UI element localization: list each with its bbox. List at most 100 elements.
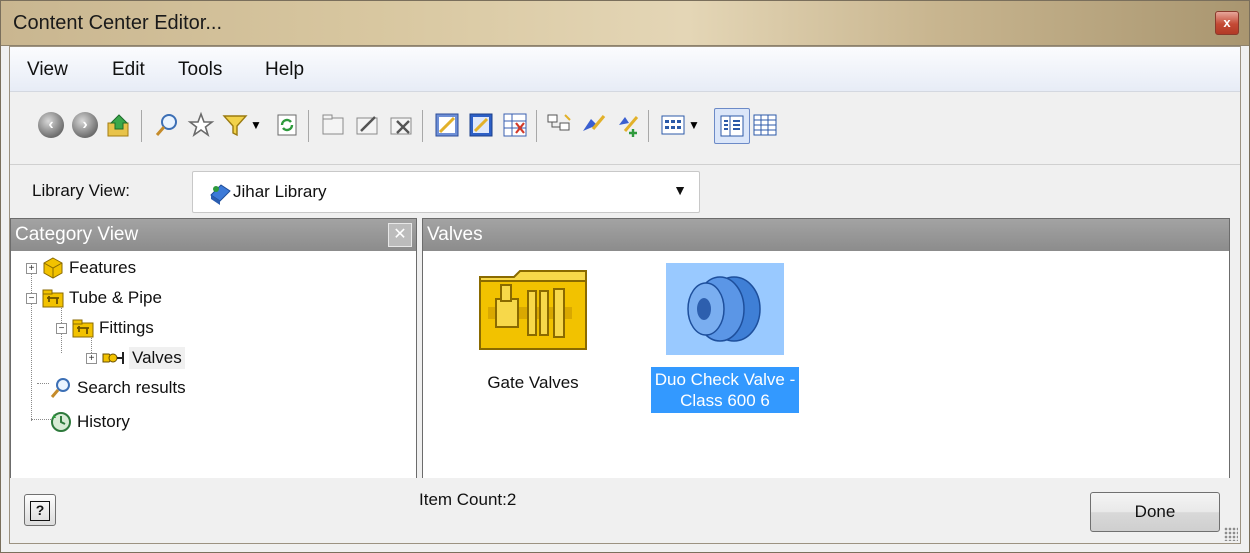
filter-dropdown[interactable]: ▼: [246, 108, 266, 142]
up-level-button[interactable]: [102, 108, 136, 142]
done-button[interactable]: Done: [1090, 492, 1220, 532]
fittings-folder-icon: [72, 319, 94, 338]
menu-help[interactable]: Help: [265, 59, 304, 81]
table-delete-icon: [503, 113, 527, 137]
tube-pipe-folder-icon: [42, 289, 64, 308]
delete-family-icon: [390, 117, 412, 135]
chevron-down-icon[interactable]: ▼: [673, 182, 687, 198]
item-thumbnail: [666, 263, 784, 355]
menu-tools[interactable]: Tools: [178, 59, 222, 81]
tree-node-valves[interactable]: + Valves: [86, 343, 185, 373]
forward-button[interactable]: ›: [68, 108, 102, 142]
item-gate-valves[interactable]: Gate Valves: [455, 263, 611, 393]
collapse-icon[interactable]: −: [26, 292, 37, 304]
close-panel-button[interactable]: ✕: [388, 223, 412, 247]
library-view-row: Library View: Jihar Library ▼: [10, 165, 1240, 217]
item-count: Item Count:2: [419, 490, 517, 509]
item-label: Gate Valves: [487, 373, 579, 392]
toolbar-separator: [648, 110, 649, 142]
library-icon: [210, 184, 231, 205]
toolbar-separator: [141, 110, 142, 142]
category-view-title: Category View: [15, 224, 139, 245]
collapse-icon[interactable]: −: [56, 322, 67, 334]
window-title: Content Center Editor...: [13, 12, 223, 34]
toolbar-separator: [422, 110, 423, 142]
help-icon: ?: [30, 501, 50, 521]
menu-edit[interactable]: Edit: [112, 59, 145, 81]
author-button[interactable]: [576, 108, 610, 142]
tree-node-fittings[interactable]: − Fittings: [56, 313, 154, 343]
hierarchy-button[interactable]: [542, 108, 576, 142]
items-panel-title: Valves: [427, 224, 483, 245]
tree-node-features[interactable]: + Features: [26, 253, 136, 283]
tree-node-label: Valves: [129, 347, 185, 369]
toolbar-separator: [536, 110, 537, 142]
category-view-header: Category View ✕: [11, 219, 416, 251]
expand-icon[interactable]: +: [86, 352, 97, 364]
close-button[interactable]: x: [1215, 11, 1239, 35]
title-bar[interactable]: Content Center Editor... x: [1, 1, 1249, 46]
favorites-button[interactable]: [184, 108, 218, 142]
library-view-select[interactable]: Jihar Library ▼: [192, 171, 700, 213]
content-center-editor-window: Content Center Editor... x View Edit Too…: [0, 0, 1250, 553]
tree-node-label: Search results: [77, 378, 186, 397]
back-button[interactable]: ‹: [34, 108, 68, 142]
status-bar: ? Item Count:2 Done: [10, 478, 1240, 543]
family-properties-button[interactable]: [430, 108, 464, 142]
tree-connector: [37, 383, 49, 384]
edit-family-icon: [356, 116, 378, 135]
tree-node-label: Tube & Pipe: [69, 288, 162, 307]
library-view-value: Jihar Library: [233, 182, 327, 201]
delete-family-button[interactable]: [384, 108, 418, 142]
table-edit-icon: [435, 113, 459, 137]
tree-node-label: History: [77, 412, 130, 431]
tree-node-tube-pipe[interactable]: − Tube & Pipe: [26, 283, 162, 313]
publish-icon: [619, 116, 639, 137]
table-view-toggle[interactable]: [748, 108, 782, 142]
tree-node-label: Fittings: [99, 318, 154, 337]
menu-bar: View Edit Tools Help: [10, 47, 1240, 92]
toolbar: ‹ › ▼ ▼: [10, 92, 1240, 165]
view-options-dropdown[interactable]: ▼: [684, 108, 704, 142]
gate-valves-folder-icon: [479, 270, 587, 350]
tree-view-toggle[interactable]: [714, 108, 750, 144]
hierarchy-icon: [547, 114, 571, 131]
forward-icon: ›: [72, 112, 98, 138]
item-label: Duo Check Valve - Class 600 6: [650, 367, 800, 413]
back-icon: ‹: [38, 112, 64, 138]
help-button[interactable]: ?: [24, 494, 56, 526]
refresh-icon: [277, 114, 297, 136]
author-icon: [583, 114, 606, 131]
resize-grip-icon[interactable]: [1224, 527, 1238, 541]
new-family-icon: [322, 114, 344, 135]
menu-view[interactable]: View: [27, 59, 68, 81]
filter-icon: [222, 115, 248, 137]
dropdown-arrow-icon: ▼: [688, 118, 700, 132]
tree-node-label: Features: [69, 258, 137, 277]
tree-node-search-results[interactable]: Search results: [49, 373, 186, 403]
split-view-icon: [720, 115, 744, 137]
dropdown-arrow-icon: ▼: [250, 118, 262, 132]
check-valve-icon: [687, 276, 761, 342]
expand-icon[interactable]: +: [26, 262, 37, 274]
refresh-button[interactable]: [270, 108, 304, 142]
item-duo-check-valve[interactable]: Duo Check Valve - Class 600 6: [635, 263, 815, 413]
family-table-button[interactable]: [464, 108, 498, 142]
find-button[interactable]: [150, 108, 184, 142]
toolbar-separator: [308, 110, 309, 142]
table-delete-button[interactable]: [498, 108, 532, 142]
valve-icon: [102, 352, 124, 364]
search-icon: [50, 378, 70, 398]
table-view-icon: [753, 114, 777, 136]
new-family-button[interactable]: [316, 108, 350, 142]
items-panel-header: Valves: [423, 219, 1229, 251]
magnifier-icon: [155, 114, 177, 136]
edit-family-button[interactable]: [350, 108, 384, 142]
category-view-panel: Category View ✕ + Features − Tube & Pipe…: [10, 218, 417, 479]
table-pencil-icon: [469, 113, 493, 137]
tree-node-history[interactable]: History: [49, 407, 130, 437]
family-items-panel: Valves Gate Valves Duo Check Valve - Cla…: [422, 218, 1230, 479]
publish-button[interactable]: [610, 108, 644, 142]
library-view-label: Library View:: [32, 181, 130, 200]
client-area: View Edit Tools Help ‹ › ▼ ▼ Library Vie…: [9, 46, 1241, 544]
